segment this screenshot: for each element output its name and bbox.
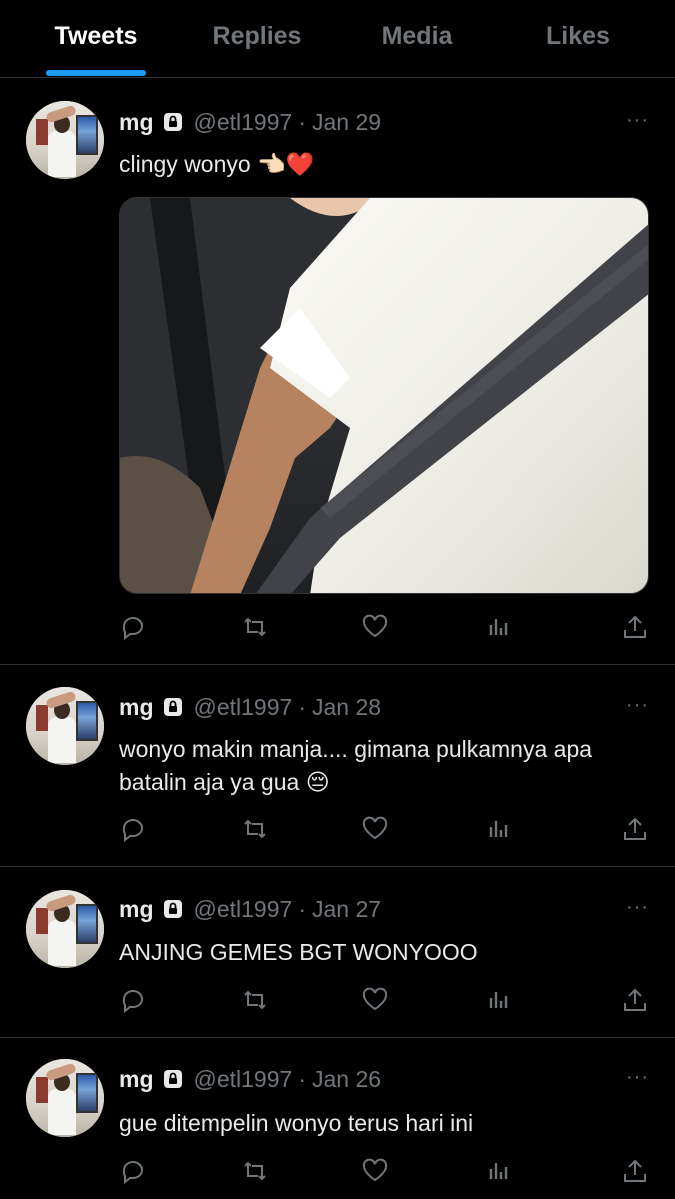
- separator-dot: ·: [298, 895, 306, 922]
- lock-icon: [162, 111, 184, 133]
- display-name[interactable]: mg: [119, 109, 154, 136]
- tweet-date[interactable]: Jan 28: [312, 694, 381, 721]
- tab-media[interactable]: Media: [337, 22, 497, 51]
- share-icon[interactable]: [621, 986, 649, 1014]
- separator-dot: ·: [298, 1065, 306, 1092]
- tweet-date[interactable]: Jan 29: [312, 109, 381, 136]
- more-icon[interactable]: ···: [626, 1066, 649, 1089]
- reply-icon[interactable]: [119, 613, 147, 641]
- retweet-icon[interactable]: [241, 1157, 269, 1185]
- views-icon[interactable]: [485, 1157, 513, 1185]
- tweet-actions: [119, 815, 649, 845]
- avatar[interactable]: [26, 687, 104, 765]
- like-icon[interactable]: [361, 815, 389, 843]
- reply-icon[interactable]: [119, 986, 147, 1014]
- tweet-header: mg @etl1997 · Jan 27: [119, 894, 381, 924]
- retweet-icon[interactable]: [241, 613, 269, 641]
- tweet-media-photo[interactable]: [119, 197, 649, 594]
- lock-icon: [162, 1068, 184, 1090]
- display-name[interactable]: mg: [119, 694, 154, 721]
- tweet[interactable]: mg @etl1997 · Jan 26 ··· gue ditempelin …: [0, 1039, 675, 1199]
- display-name[interactable]: mg: [119, 896, 154, 923]
- lock-icon: [162, 898, 184, 920]
- tweet-header: mg @etl1997 · Jan 26: [119, 1064, 381, 1094]
- user-handle[interactable]: @etl1997: [194, 896, 293, 923]
- like-icon[interactable]: [361, 986, 389, 1014]
- tab-replies[interactable]: Replies: [177, 22, 337, 51]
- tab-likes[interactable]: Likes: [498, 22, 658, 51]
- tweet-actions: [119, 1157, 649, 1187]
- like-icon[interactable]: [361, 1157, 389, 1185]
- tweet-date[interactable]: Jan 26: [312, 1066, 381, 1093]
- views-icon[interactable]: [485, 815, 513, 843]
- tweet-text: clingy wonyo 👈🏻❤️: [119, 151, 315, 177]
- display-name[interactable]: mg: [119, 1066, 154, 1093]
- tweet-text: gue ditempelin wonyo terus hari ini: [119, 1110, 474, 1136]
- avatar[interactable]: [26, 101, 104, 179]
- share-icon[interactable]: [621, 1157, 649, 1185]
- share-icon[interactable]: [621, 815, 649, 843]
- reply-icon[interactable]: [119, 815, 147, 843]
- tweet-text: ANJING GEMES BGT WONYOOO: [119, 939, 478, 965]
- separator-dot: ·: [298, 693, 306, 720]
- tweet[interactable]: mg @etl1997 · Jan 28 ··· wonyo makin man…: [0, 665, 675, 867]
- tab-tweets[interactable]: Tweets: [16, 22, 176, 51]
- lock-icon: [162, 696, 184, 718]
- avatar[interactable]: [26, 1059, 104, 1137]
- tweet[interactable]: mg @etl1997 · Jan 27 ··· ANJING GEMES BG…: [0, 868, 675, 1038]
- user-handle[interactable]: @etl1997: [194, 1066, 293, 1093]
- views-icon[interactable]: [485, 986, 513, 1014]
- views-icon[interactable]: [485, 613, 513, 641]
- avatar[interactable]: [26, 890, 104, 968]
- user-handle[interactable]: @etl1997: [194, 109, 293, 136]
- retweet-icon[interactable]: [241, 815, 269, 843]
- user-handle[interactable]: @etl1997: [194, 694, 293, 721]
- share-icon[interactable]: [621, 613, 649, 641]
- tweet[interactable]: mg @etl1997 · Jan 29 ··· clingy wonyo 👈🏻…: [0, 79, 675, 665]
- reply-icon[interactable]: [119, 1157, 147, 1185]
- like-icon[interactable]: [361, 613, 389, 641]
- retweet-icon[interactable]: [241, 986, 269, 1014]
- tweet-header: mg @etl1997 · Jan 29: [119, 107, 381, 137]
- separator-dot: ·: [298, 108, 306, 135]
- active-tab-indicator: [46, 70, 146, 76]
- tweet-date[interactable]: Jan 27: [312, 896, 381, 923]
- tweet-actions: [119, 986, 649, 1016]
- tweet-header: mg @etl1997 · Jan 28: [119, 692, 381, 722]
- more-icon[interactable]: ···: [626, 109, 649, 132]
- photo-content: [120, 198, 648, 593]
- tweet-text: wonyo makin manja.... gimana pulkamnya a…: [119, 736, 593, 795]
- more-icon[interactable]: ···: [626, 694, 649, 717]
- tweet-actions: [119, 613, 649, 643]
- profile-tabs: Tweets Replies Media Likes: [0, 0, 675, 78]
- more-icon[interactable]: ···: [626, 896, 649, 919]
